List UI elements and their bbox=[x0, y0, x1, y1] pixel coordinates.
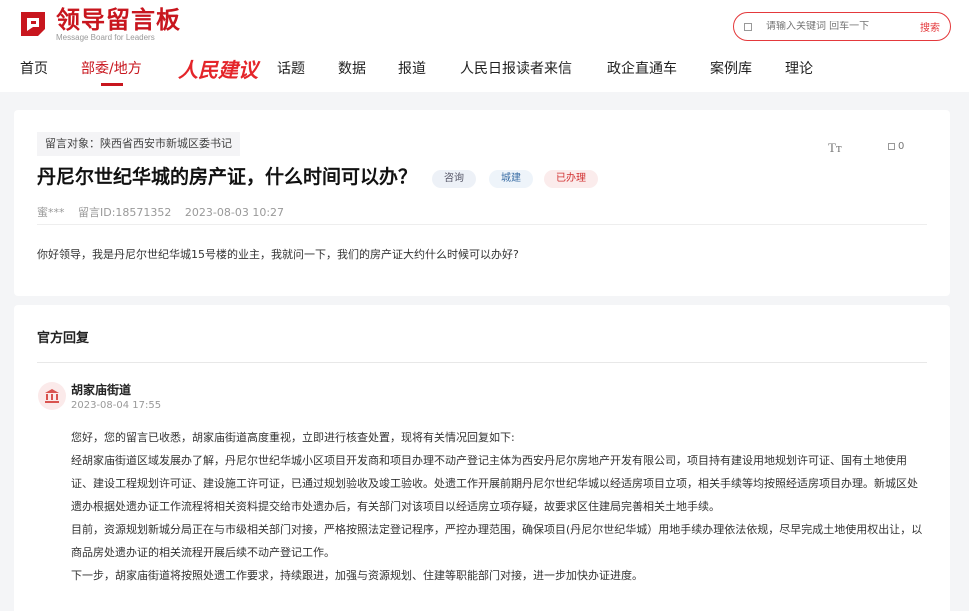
logo-mark-icon bbox=[18, 9, 48, 39]
favorite-button[interactable]: 0 bbox=[888, 141, 904, 152]
nav-reader-letters[interactable]: 人民日报读者来信 bbox=[460, 58, 572, 78]
message-title: 丹尼尔世纪华城的房产证，什么时间可以办？ bbox=[37, 166, 418, 188]
reply-body: 您好，您的留言已收悉，胡家庙街道高度重视，立即进行核查处置，现将有关情况回复如下… bbox=[71, 426, 927, 587]
status-badge: 已办理 bbox=[544, 170, 598, 188]
nav-theory[interactable]: 理论 bbox=[785, 58, 813, 78]
reply-paragraph: 目前，资源规划新城分局正在与市级相关部门对接，严格按照法定登记程序，严控办理范围… bbox=[71, 523, 923, 559]
logo-subtitle: Message Board for Leaders bbox=[56, 32, 155, 42]
government-building-icon bbox=[38, 382, 66, 410]
site-logo[interactable]: 领导留言板 Message Board for Leaders bbox=[18, 5, 181, 42]
nav-reports[interactable]: 报道 bbox=[398, 58, 426, 78]
nav-data[interactable]: 数据 bbox=[338, 58, 366, 78]
favorite-icon bbox=[888, 143, 895, 150]
nav-cases[interactable]: 案例库 bbox=[710, 58, 752, 78]
message-card: 留言对象：陕西省西安市新城区委书记 Tт 0 丹尼尔世纪华城的房产证，什么时间可… bbox=[14, 110, 950, 296]
message-meta: 蜜*** 留言ID:18571352 2023-08-03 10:27 bbox=[37, 204, 294, 220]
reply-paragraph: 经胡家庙街道区域发展办了解，丹尼尔世纪华城小区项目开发商和项目办理不动产登记主体… bbox=[71, 454, 918, 513]
nav-ministries-local[interactable]: 部委/地方 bbox=[81, 58, 142, 78]
tag-urban: 城建 bbox=[489, 170, 533, 188]
reply-paragraph: 下一步，胡家庙街道将按照处遗工作要求，持续跟进，加强与资源规划、住建等职能部门对… bbox=[71, 569, 643, 582]
search-input[interactable] bbox=[766, 21, 906, 32]
message-author: 蜜*** bbox=[37, 206, 65, 219]
reply-time: 2023-08-04 17:55 bbox=[71, 400, 162, 411]
font-size-icon[interactable]: Tт bbox=[828, 140, 842, 156]
divider bbox=[37, 224, 927, 225]
message-id: 留言ID:18571352 bbox=[78, 206, 172, 219]
reply-section-title: 官方回复 bbox=[37, 331, 90, 346]
logo-title: 领导留言板 bbox=[56, 5, 181, 34]
search-icon bbox=[744, 22, 752, 31]
header: 领导留言板 Message Board for Leaders 搜索 bbox=[0, 0, 969, 92]
nav-people-suggestion[interactable]: 人民建议 bbox=[178, 54, 258, 83]
favorite-count: 0 bbox=[898, 141, 905, 152]
nav-enterprise[interactable]: 政企直通车 bbox=[607, 58, 677, 78]
search-box: 搜索 bbox=[733, 12, 951, 41]
divider bbox=[37, 362, 927, 363]
message-target: 留言对象：陕西省西安市新城区委书记 bbox=[37, 132, 240, 156]
message-time: 2023-08-03 10:27 bbox=[184, 206, 285, 219]
reply-org: 胡家庙街道 bbox=[71, 383, 132, 397]
reply-paragraph: 您好，您的留言已收悉，胡家庙街道高度重视，立即进行核查处置，现将有关情况回复如下… bbox=[71, 431, 515, 444]
nav-active-indicator bbox=[101, 83, 123, 86]
nav-topics[interactable]: 话题 bbox=[277, 58, 305, 78]
message-content: 你好领导，我是丹尼尔世纪华城15号楼的业主，我就问一下，我们的房产证大约什么时候… bbox=[37, 248, 519, 261]
nav-home[interactable]: 首页 bbox=[20, 58, 48, 78]
search-button[interactable]: 搜索 bbox=[920, 19, 940, 34]
tag-consult: 咨询 bbox=[432, 170, 476, 188]
reply-card: 官方回复 胡家庙街道 2023-08-04 17:55 您好，您的留言已收悉，胡… bbox=[14, 305, 950, 611]
